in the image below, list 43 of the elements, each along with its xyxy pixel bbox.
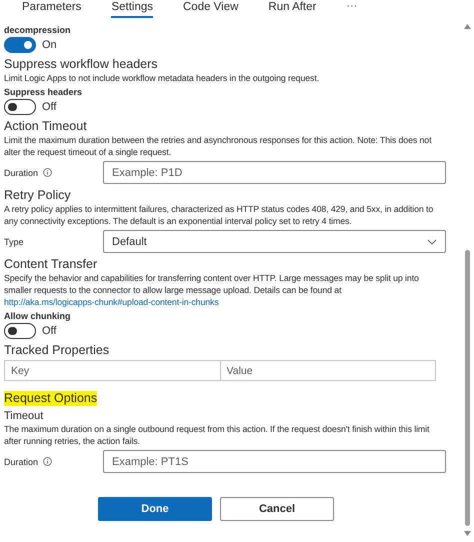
- tab[interactable]: Code View: [183, 0, 238, 18]
- duration-input[interactable]: Example: PT1S: [103, 450, 446, 473]
- table-input[interactable]: Value: [220, 360, 436, 381]
- section-description: Specify the behavior and capabilities for transferring content over HTTP. Large messages may be split up into smaller requests to the connector to allow large message upload. Details can be found at http://aka.ms/logicapps-chunk#upload-content-in-chunks: [4, 272, 420, 308]
- tab[interactable]: Parameters: [22, 0, 82, 18]
- section-description: A retry policy applies to intermittent failures, characterized as HTTP status codes 408, 429, and 5xx, in addition to any connectivity exceptions. The default is an exponential interval policy set to retry 4 times.: [4, 203, 434, 227]
- toggle-state: Off: [42, 325, 56, 337]
- toggle-switch[interactable]: [4, 37, 36, 53]
- field-label: Duration: [4, 456, 38, 466]
- toggle-state: Off: [42, 101, 56, 113]
- toggle-switch[interactable]: [4, 323, 36, 339]
- toggle-label: decompression: [4, 25, 72, 35]
- section-heading: Action Timeout: [4, 119, 88, 134]
- toggle-state: On: [42, 39, 57, 51]
- tab[interactable]: Run After: [268, 0, 316, 18]
- section-heading: Retry Policy: [4, 188, 72, 203]
- type-dropdown[interactable]: Default: [103, 230, 446, 253]
- toggle-label: Allow chunking: [4, 311, 72, 321]
- chevron-down-icon: [427, 238, 437, 244]
- table-input[interactable]: Key: [4, 360, 220, 381]
- field-label: Type: [4, 236, 24, 246]
- section-heading: Tracked Properties: [4, 343, 110, 358]
- section-heading: Content Transfer: [4, 257, 98, 272]
- section-description: The maximum duration on a single outbound request from this action. If the request doesn't finish within this limit after running retries, the action fails.: [4, 423, 430, 447]
- scroll-down-icon[interactable]: [464, 531, 471, 536]
- docs-link[interactable]: http://aka.ms/logicapps-chunk#upload-content-in-chunks: [4, 297, 219, 307]
- duration-input[interactable]: Example: P1D: [103, 161, 446, 184]
- more-tabs-button[interactable]: ···: [346, 0, 358, 12]
- toggle-switch[interactable]: [4, 99, 36, 115]
- section-description: Limit Logic Apps to not include workflow metadata headers in the outgoing request.: [4, 72, 320, 84]
- toggle-label: Suppress headers: [4, 87, 84, 97]
- scrollbar-thumb[interactable]: [465, 250, 470, 526]
- secondary-button[interactable]: Cancel: [220, 497, 334, 521]
- subsection-heading: Timeout: [4, 410, 44, 423]
- info-icon[interactable]: [43, 168, 52, 177]
- tab[interactable]: Settings: [111, 0, 153, 18]
- field-label: Duration: [4, 168, 38, 178]
- primary-button[interactable]: Done: [98, 497, 212, 521]
- section-description: Limit the maximum duration between the retries and asynchronous responses for this action. Note: This does not alter the request timeout of a single request.: [4, 134, 432, 158]
- scroll-up-icon[interactable]: [464, 24, 471, 29]
- info-icon[interactable]: [43, 457, 52, 466]
- section-heading: Suppress workflow headers: [4, 57, 159, 72]
- section-heading: Request Options: [4, 391, 98, 406]
